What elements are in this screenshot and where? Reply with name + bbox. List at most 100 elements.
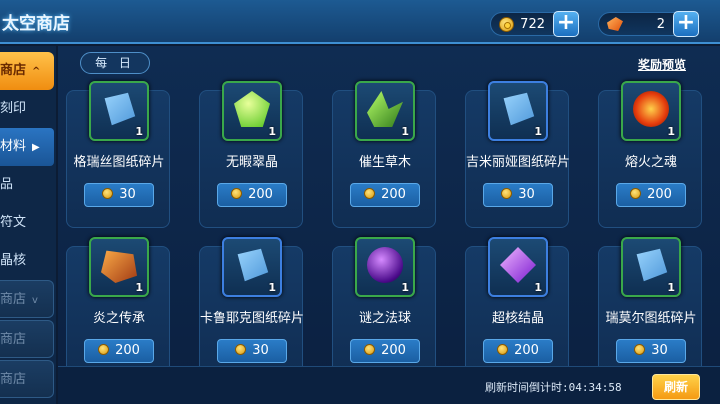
item-icon-frame: 1 [488,237,548,297]
reward-preview-link[interactable]: 奖励预览 [638,56,686,73]
tab-daily[interactable]: 每 日 [80,52,150,74]
sidebar-item-label: 商店 [0,372,27,387]
blueprint-icon [104,92,136,126]
shop-item-card[interactable]: 1 瑞莫尔图纸碎片 30 [598,237,702,384]
sidebar-item-shop-4[interactable]: 商店 [0,360,54,398]
buy-button[interactable]: 30 [84,183,154,207]
buy-button[interactable]: 200 [217,183,287,207]
shop-item-card[interactable]: 1 卡鲁耶克图纸碎片 30 [199,237,304,384]
blueprint-icon [237,248,269,282]
coin-icon [364,344,376,355]
item-name: 炎之传承 [92,311,145,326]
add-gem-button[interactable]: + [673,11,699,37]
sidebar-item-label: 晶核 [0,253,27,268]
shop-item-card[interactable]: 1 炎之传承 200 [66,237,170,384]
item-price: 30 [252,343,269,358]
top-bar: 太空商店 722 + 2 + [0,0,720,44]
play-arrow-icon: ▶ [32,142,40,153]
sidebar-item-cores[interactable]: 晶核 [0,242,54,280]
item-name: 催生草木 [358,155,411,170]
sidebar-item-runes[interactable]: 符文 [0,204,54,242]
herb-icon [367,91,403,127]
item-price: 200 [514,343,539,358]
item-icon-frame: 1 [621,237,681,297]
buy-button[interactable]: 200 [483,339,553,363]
sidebar-item-engraving[interactable]: 刻印 [0,90,54,128]
item-icon-frame: 1 [355,81,415,141]
item-price: 200 [647,187,672,202]
buy-button[interactable]: 30 [217,339,287,363]
item-count: 1 [268,125,276,138]
item-name: 瑞莫尔图纸碎片 [605,311,697,326]
item-name: 熔火之魂 [624,155,677,170]
coin-icon [231,188,243,199]
shop-item-card[interactable]: 1 超核结晶 200 [465,237,569,384]
sidebar-item-label: 刻印 [0,101,27,116]
coin-icon [634,344,646,355]
item-icon-frame: 1 [621,81,681,141]
item-name: 格瑞丝图纸碎片 [73,155,165,170]
item-price: 30 [651,343,668,358]
item-count: 1 [401,281,409,294]
sidebar-item-shop[interactable]: 商店 ^ [0,52,54,90]
core-crystal-icon [500,247,536,283]
buy-button[interactable]: 30 [616,339,686,363]
shop-item-card[interactable]: 1 吉米丽娅图纸碎片 30 [465,81,570,228]
green-crystal-icon [234,91,270,127]
sidebar-item-goods[interactable]: 品 [0,166,54,204]
refresh-button[interactable]: 刷新 [652,374,700,400]
sidebar-item-label: 商店 [0,63,27,78]
shop-item-card[interactable]: 1 格瑞丝图纸碎片 30 [66,81,170,228]
coin-icon [630,188,642,199]
buy-button[interactable]: 200 [350,183,420,207]
item-count: 1 [667,125,675,138]
coin-icon [235,344,247,355]
sidebar-item-shop-2[interactable]: 商店 v [0,280,54,318]
sidebar-item-shop-3[interactable]: 商店 [0,320,54,358]
shop-item-card[interactable]: 1 催生草木 200 [332,81,436,228]
coin-icon [497,344,509,355]
chevron-down-icon: v [32,295,38,306]
item-price: 200 [381,187,406,202]
sidebar: 商店 ^ 刻印 材料 ▶ 品 符文 晶核 商店 v 商店 商店 [0,46,56,404]
item-name: 无暇翠晶 [225,155,278,170]
shop-panel: 每 日 奖励预览 1 格瑞丝图纸碎片 30 1 无暇翠晶 200 1 催生草木 … [58,46,720,404]
add-coin-button[interactable]: + [553,11,579,37]
shop-item-card[interactable]: 1 无暇翠晶 200 [199,81,303,228]
shop-item-card[interactable]: 1 谜之法球 200 [332,237,436,384]
flame-rock-icon [101,250,137,283]
item-price: 30 [119,187,136,202]
blueprint-icon [636,248,668,282]
sidebar-item-label: 商店 [0,332,27,347]
page-title: 太空商店 [2,14,70,34]
item-count: 1 [534,281,542,294]
item-icon-frame: 1 [222,81,282,141]
item-count: 1 [135,281,143,294]
chevron-up-icon: ^ [32,66,41,77]
item-count: 1 [401,125,409,138]
item-icon-frame: 1 [222,237,282,297]
shop-item-card[interactable]: 1 熔火之魂 200 [598,81,702,228]
coin-icon [98,344,110,355]
sidebar-item-label: 材料 [0,139,27,154]
item-name: 吉米丽娅图纸碎片 [465,155,570,170]
coin-icon [364,188,376,199]
item-price: 30 [518,187,535,202]
item-count: 1 [667,281,675,294]
blueprint-icon [503,92,535,126]
sidebar-item-label: 品 [0,177,14,192]
refresh-countdown: 刷新时间倒计时:04:34:58 [485,381,622,394]
sidebar-item-materials[interactable]: 材料 ▶ [0,128,54,166]
item-name: 谜之法球 [358,311,411,326]
item-price: 200 [381,343,406,358]
item-icon-frame: 1 [89,81,149,141]
buy-button[interactable]: 200 [84,339,154,363]
buy-button[interactable]: 200 [616,183,686,207]
item-price: 200 [248,187,273,202]
buy-button[interactable]: 30 [483,183,553,207]
gem-balance: 2 + [598,11,699,37]
buy-button[interactable]: 200 [350,339,420,363]
gem-value: 2 [656,17,665,32]
item-icon-frame: 1 [89,237,149,297]
item-price: 200 [115,343,140,358]
